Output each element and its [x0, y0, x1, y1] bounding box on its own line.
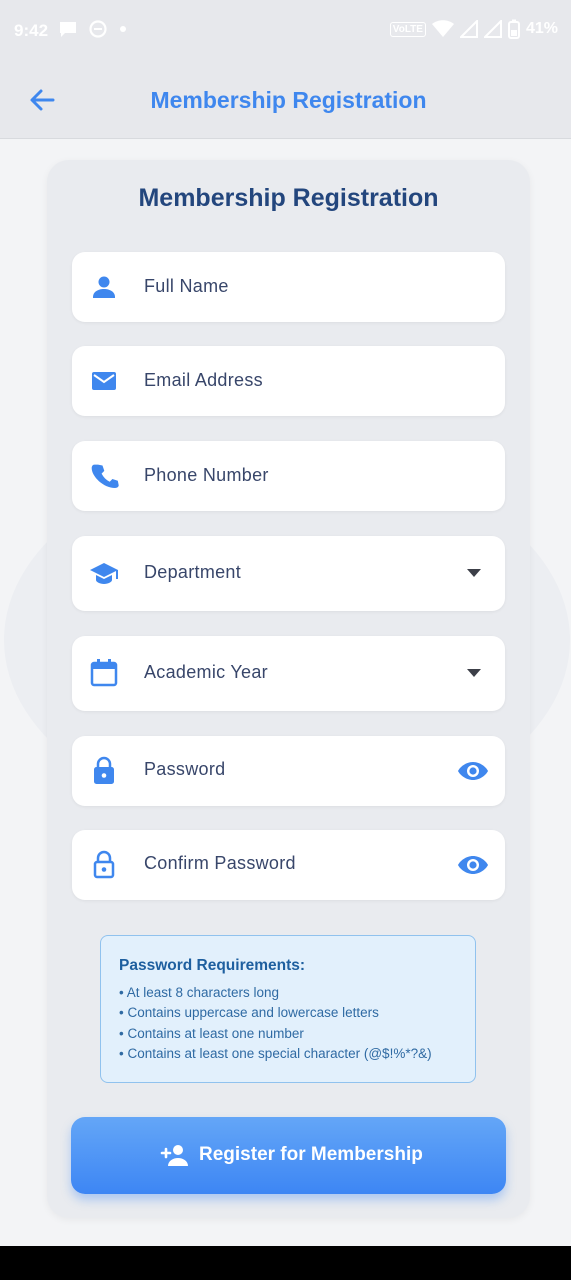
- dot-icon: [120, 26, 126, 32]
- academic-year-label: Academic Year: [144, 662, 268, 682]
- requirement-item: • Contains at least one special characte…: [119, 1046, 432, 1061]
- academic-year-dropdown[interactable]: Academic Year: [72, 636, 505, 711]
- password-requirements: Password Requirements: • At least 8 char…: [100, 935, 476, 1083]
- email-field[interactable]: Email Address: [72, 346, 505, 416]
- chevron-down-icon: [467, 669, 481, 677]
- battery-percent: 41%: [525, 20, 558, 37]
- system-navigation-bar: [0, 1246, 571, 1280]
- phone-icon: [91, 464, 119, 488]
- password-label: Password: [144, 759, 226, 779]
- requirements-title: Password Requirements:: [119, 957, 306, 974]
- person-icon: [93, 276, 115, 298]
- notification-icons: [58, 19, 128, 39]
- register-button[interactable]: Register for Membership: [71, 1117, 506, 1194]
- email-icon: [92, 372, 116, 390]
- status-time: 9:42: [14, 21, 49, 40]
- form-title: Membership Registration: [138, 184, 439, 212]
- register-button-label: Register for Membership: [199, 1144, 423, 1165]
- app-notification-icon: [89, 20, 107, 38]
- person-add-icon: [160, 1145, 188, 1166]
- app-bar: Membership Registration: [0, 62, 571, 139]
- status-right: VoLTE 41%: [389, 19, 558, 39]
- department-label: Department: [144, 562, 242, 582]
- chevron-down-icon: [467, 569, 481, 577]
- password-field[interactable]: Password: [72, 736, 505, 806]
- status-bar: 9:42 VoLTE 41%: [0, 0, 571, 62]
- lock-icon: [94, 756, 114, 784]
- school-icon: [90, 563, 118, 584]
- email-label: Email Address: [144, 370, 263, 390]
- chat-bubble-icon: [60, 22, 76, 37]
- visibility-icon[interactable]: [457, 853, 489, 877]
- lock-outline-icon: [93, 850, 115, 879]
- confirm-password-field[interactable]: Confirm Password: [72, 830, 505, 900]
- volte-badge: VoLTE: [389, 21, 426, 37]
- visibility-icon[interactable]: [457, 759, 489, 783]
- phone-label: Phone Number: [144, 465, 269, 485]
- wifi-icon: [431, 20, 454, 37]
- requirement-item: • Contains uppercase and lowercase lette…: [119, 1005, 379, 1020]
- battery-icon: [507, 19, 520, 39]
- calendar-icon: [90, 659, 118, 687]
- confirm-password-label: Confirm Password: [144, 853, 296, 873]
- requirement-item: • Contains at least one number: [119, 1026, 304, 1041]
- app-bar-title: Membership Registration: [150, 87, 427, 113]
- requirement-item: • At least 8 characters long: [119, 985, 280, 1000]
- full-name-label: Full Name: [144, 276, 229, 296]
- signal-icon: [459, 20, 478, 38]
- department-dropdown[interactable]: Department: [72, 536, 505, 611]
- full-name-field[interactable]: Full Name: [72, 252, 505, 322]
- phone-field[interactable]: Phone Number: [72, 441, 505, 511]
- signal-icon-2: [483, 20, 502, 38]
